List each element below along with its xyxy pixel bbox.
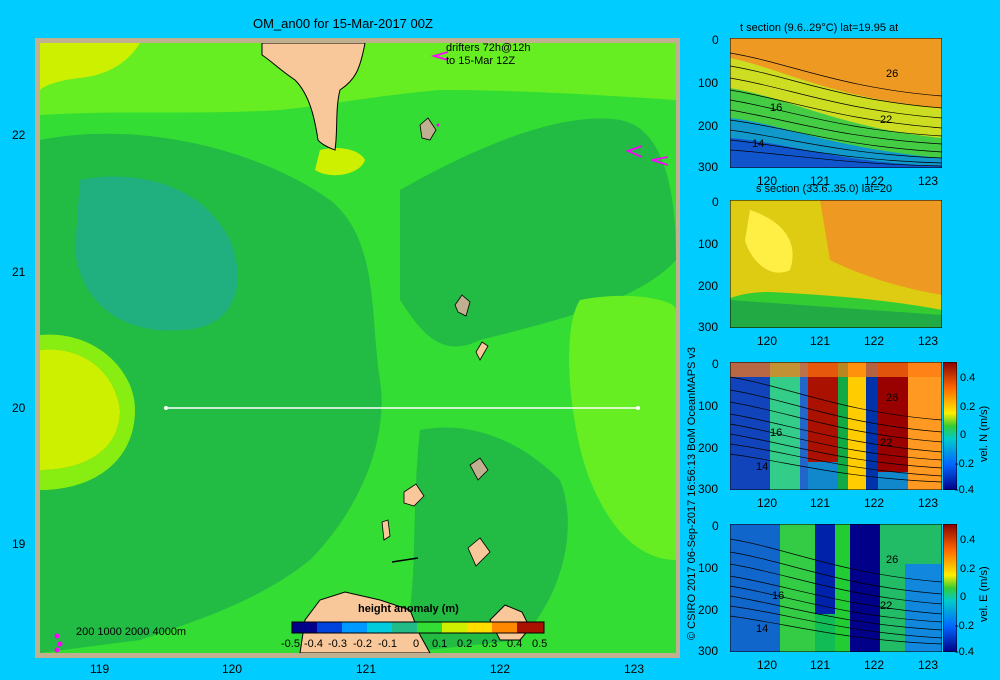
depth-tick: 0 <box>712 195 719 209</box>
lon-tick: 120 <box>757 334 778 348</box>
lat-tick: 19 <box>12 537 26 551</box>
vel-tick: 0.4 <box>960 534 976 546</box>
lon-tick: 120 <box>757 496 778 510</box>
colorbar-tick: 0 <box>413 638 420 650</box>
depth-tick: 100 <box>698 399 719 413</box>
credit-text: © CSIRO 2017 06-Sep-2017 16:56:13 BoM Oc… <box>686 346 698 640</box>
colorbar-tick: 0.1 <box>432 638 448 650</box>
lon-tick: 122 <box>864 334 885 348</box>
depth-tick: 200 <box>698 441 719 455</box>
lon-tick: 120 <box>757 658 778 672</box>
drifters-label-2: to 15-Mar 12Z <box>446 55 516 67</box>
lon-tick: 119 <box>90 662 110 676</box>
depth-legend: 200 1000 2000 4000m <box>76 626 187 638</box>
main-map <box>35 38 680 658</box>
colorbar-tick: 0.5 <box>532 638 548 650</box>
colorbar-tick: -0.1 <box>378 638 397 650</box>
vel-tick: 0.2 <box>960 563 976 575</box>
lon-tick: 122 <box>864 174 885 188</box>
colorbar-tick: -0.2 <box>353 638 372 650</box>
vel-tick: -0.2 <box>955 458 974 470</box>
lon-tick: 120 <box>757 174 778 188</box>
colorbar-tick: -0.5 <box>281 638 300 650</box>
contour-label: 16 <box>770 427 783 439</box>
vel-tick: 0.4 <box>960 372 976 384</box>
vel-e-colorbar-label: vel. E (m/s) <box>978 566 990 622</box>
depth-tick: 200 <box>698 119 719 133</box>
colorbar-tick: 0.3 <box>482 638 498 650</box>
vel-n-colorbar <box>943 362 957 490</box>
contour-label: 14 <box>756 623 769 635</box>
contour-label: 14 <box>752 138 765 150</box>
vel-n-colorbar-label: vel. N (m/s) <box>978 405 990 462</box>
depth-tick: 100 <box>698 237 719 251</box>
depth-tick: 0 <box>712 33 719 47</box>
s-section-panel <box>730 200 942 328</box>
colorbar-title: height anomaly (m) <box>358 603 459 615</box>
depth-tick: 200 <box>698 603 719 617</box>
lat-tick: 20 <box>12 401 26 415</box>
lon-tick: 123 <box>918 496 939 510</box>
contour-label: 22 <box>880 114 893 126</box>
depth-tick: 100 <box>698 76 719 90</box>
lon-tick: 123 <box>918 334 939 348</box>
lon-tick: 123 <box>918 658 939 672</box>
colorbar-tick: 0.4 <box>507 638 523 650</box>
depth-tick: 300 <box>698 482 719 496</box>
contour-label: 26 <box>886 554 899 566</box>
lon-tick: 121 <box>810 658 831 672</box>
vel-tick: 0.2 <box>960 401 976 413</box>
lon-tick: 121 <box>810 496 831 510</box>
lon-tick: 121 <box>356 662 377 676</box>
depth-tick: 200 <box>698 279 719 293</box>
lat-tick: 22 <box>12 128 26 142</box>
depth-tick: 300 <box>698 644 719 658</box>
height-anomaly-colorbar <box>291 621 545 634</box>
drifters-label: drifters 72h@12h <box>446 42 531 54</box>
depth-tick: 300 <box>698 320 719 334</box>
lat-tick: 21 <box>12 265 26 279</box>
contour-label: 22 <box>880 600 893 612</box>
t-section-title: t section (9.6..29°C) lat=19.95 at <box>740 22 899 34</box>
lon-tick: 120 <box>222 662 243 676</box>
contour-label: 16 <box>772 590 785 602</box>
depth-tick: 100 <box>698 561 719 575</box>
lon-tick: 123 <box>624 662 645 676</box>
contour-label: 14 <box>756 461 769 473</box>
colorbar-tick: -0.4 <box>304 638 323 650</box>
vel-tick: -0.4 <box>955 484 974 496</box>
lon-tick: 121 <box>810 174 831 188</box>
lon-tick: 122 <box>490 662 511 676</box>
lon-tick: 123 <box>918 174 939 188</box>
vel-tick: -0.4 <box>955 646 974 658</box>
contour-label: 26 <box>886 68 899 80</box>
colorbar-tick: -0.3 <box>328 638 347 650</box>
contour-label: 22 <box>880 437 893 449</box>
depth-tick: 0 <box>712 519 719 533</box>
depth-tick: 300 <box>698 160 719 174</box>
colorbar-tick: 0.2 <box>457 638 473 650</box>
lon-tick: 122 <box>864 496 885 510</box>
contour-label: 26 <box>886 392 899 404</box>
vel-tick: -0.2 <box>955 620 974 632</box>
depth-tick: 0 <box>712 357 719 371</box>
vel-e-colorbar <box>943 524 957 652</box>
vel-tick: 0 <box>960 591 967 603</box>
lon-tick: 121 <box>810 334 831 348</box>
lon-tick: 122 <box>864 658 885 672</box>
contour-label: 16 <box>770 102 783 114</box>
vel-tick: 0 <box>960 429 967 441</box>
